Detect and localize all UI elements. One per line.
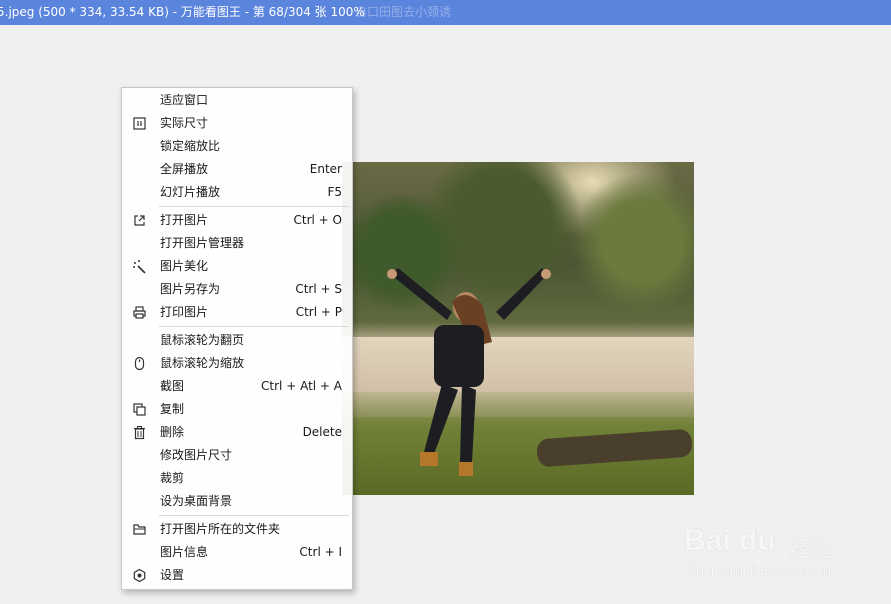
menu-item-fit-window[interactable]: 适应窗口 bbox=[122, 89, 352, 112]
printer-icon bbox=[133, 306, 146, 319]
menu-item-open-image[interactable]: 打开图片 Ctrl + O bbox=[122, 209, 352, 232]
watermark-url: jingyan.baidu.com bbox=[686, 563, 833, 579]
menu-item-delete[interactable]: 删除 Delete bbox=[122, 421, 352, 444]
actual-size-icon bbox=[133, 117, 146, 130]
menu-item-actual-size[interactable]: 实际尺寸 bbox=[122, 112, 352, 135]
menu-item-image-info[interactable]: 图片信息 Ctrl + I bbox=[122, 541, 352, 564]
menu-item-screenshot[interactable]: 截图 Ctrl + Atl + A bbox=[122, 375, 352, 398]
menu-item-open-folder[interactable]: 打开图片所在的文件夹 bbox=[122, 518, 352, 541]
menu-item-save-as[interactable]: 图片另存为 Ctrl + S bbox=[122, 278, 352, 301]
copy-icon bbox=[133, 403, 146, 416]
menu-item-fullscreen[interactable]: 全屏播放 Enter bbox=[122, 158, 352, 181]
menu-separator bbox=[159, 206, 349, 207]
baidu-jingyan-watermark: Bai du 经验 jingyan.baidu.com bbox=[684, 510, 884, 590]
menu-item-crop[interactable]: 裁剪 bbox=[122, 467, 352, 490]
menu-separator bbox=[159, 515, 349, 516]
menu-item-wheel-zoom[interactable]: 鼠标滚轮为缩放 bbox=[122, 352, 352, 375]
watermark-brand-cn: 经验 bbox=[789, 538, 834, 563]
settings-icon bbox=[133, 568, 146, 583]
window-title: 5.jpeg (500 * 334, 33.54 KB) - 万能看图王 - 第… bbox=[0, 5, 365, 19]
menu-item-copy[interactable]: 复制 bbox=[122, 398, 352, 421]
menu-item-lock-zoom[interactable]: 锁定缩放比 bbox=[122, 135, 352, 158]
magic-wand-icon bbox=[133, 260, 146, 274]
trash-icon bbox=[134, 426, 145, 440]
title-ghost-text: 自口田图去小颈诱 bbox=[355, 5, 452, 19]
folder-icon bbox=[133, 524, 146, 535]
menu-item-settings[interactable]: 设置 bbox=[122, 564, 352, 587]
mouse-icon bbox=[134, 356, 145, 371]
open-external-icon bbox=[134, 215, 145, 226]
menu-item-resize[interactable]: 修改图片尺寸 bbox=[122, 444, 352, 467]
menu-separator bbox=[159, 326, 349, 327]
menu-item-set-wallpaper[interactable]: 设为桌面背景 bbox=[122, 490, 352, 513]
photo-girl bbox=[387, 268, 551, 476]
menu-item-print[interactable]: 打印图片 Ctrl + P bbox=[122, 301, 352, 324]
displayed-photo[interactable] bbox=[342, 162, 694, 495]
menu-item-image-manager[interactable]: 打开图片管理器 bbox=[122, 232, 352, 255]
context-menu: 适应窗口 实际尺寸 锁定缩放比 全屏播放 Enter 幻灯片播放 F5 打开图片… bbox=[121, 87, 353, 590]
menu-item-slideshow[interactable]: 幻灯片播放 F5 bbox=[122, 181, 352, 204]
menu-item-wheel-page[interactable]: 鼠标滚轮为翻页 bbox=[122, 329, 352, 352]
menu-item-beautify[interactable]: 图片美化 bbox=[122, 255, 352, 278]
watermark-brand: Bai du bbox=[684, 524, 776, 557]
title-bar: 5.jpeg (500 * 334, 33.54 KB) - 万能看图王 - 第… bbox=[0, 0, 891, 25]
